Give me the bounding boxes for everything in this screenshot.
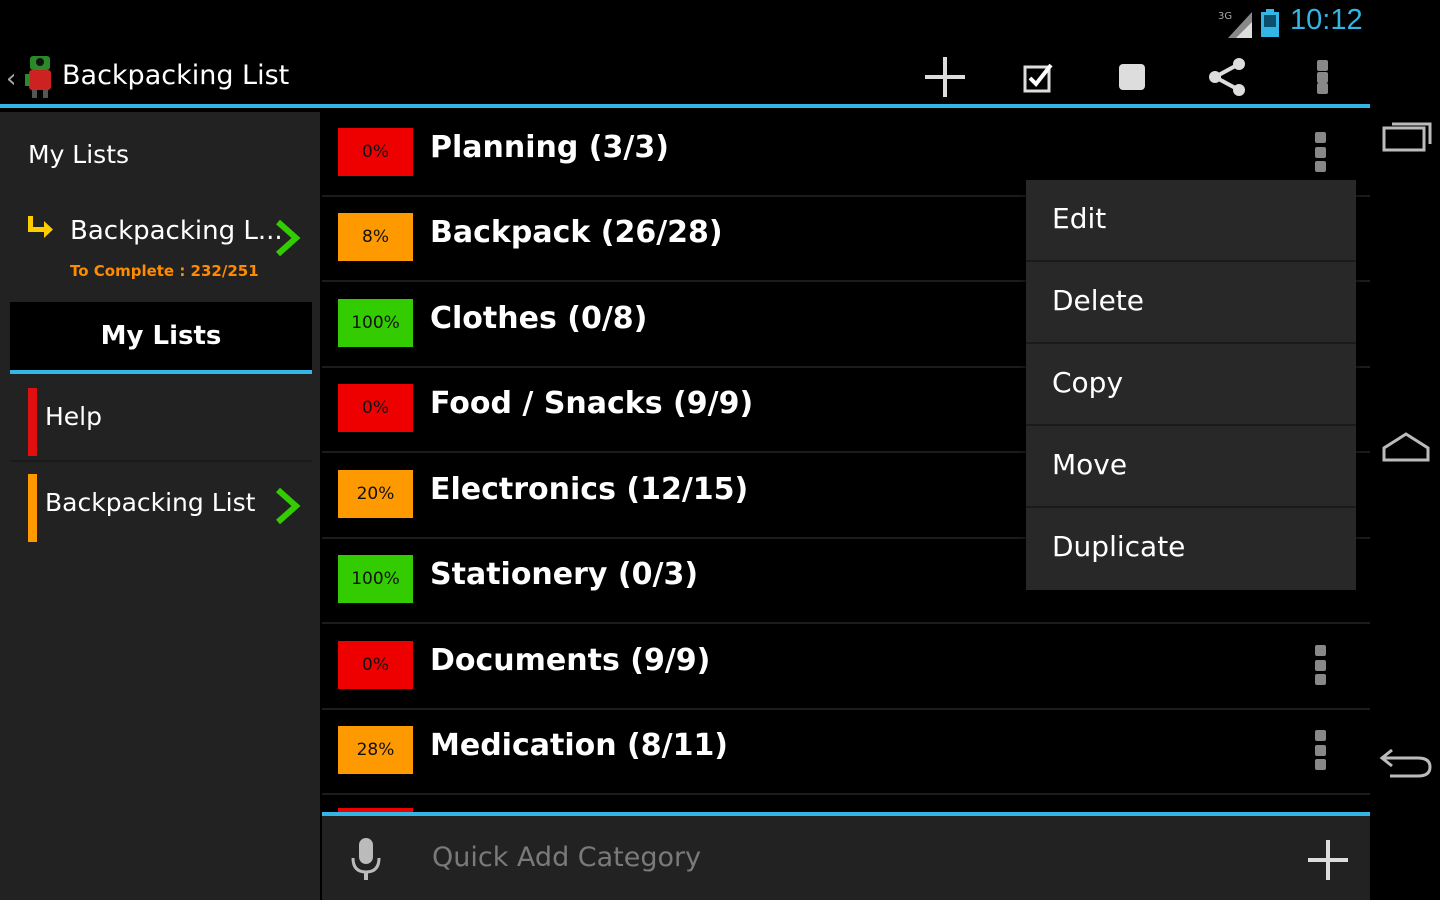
category-name: Medication (8/11)	[430, 728, 729, 763]
current-list-progress: To Complete : 232/251	[70, 262, 259, 280]
category-name: Backpack (26/28)	[430, 215, 723, 250]
back-icon[interactable]	[1378, 740, 1434, 784]
app-title: Backpacking List	[62, 60, 290, 91]
category-name: Food / Snacks (9/9)	[430, 386, 754, 421]
overflow-icon	[1307, 643, 1333, 687]
menu-item-delete[interactable]: Delete	[1026, 262, 1356, 344]
divider	[10, 460, 312, 462]
share-button[interactable]	[1199, 52, 1255, 102]
quick-add-input[interactable]: Quick Add Category	[432, 842, 701, 873]
category-name: Electronics (12/15)	[430, 472, 749, 507]
menu-item-label: Move	[1052, 448, 1128, 481]
check-icon	[1023, 63, 1053, 93]
add-icon	[925, 57, 965, 97]
drawer-item-help[interactable]: Help	[10, 380, 312, 462]
menu-item-label: Copy	[1052, 366, 1124, 399]
menu-item-label: Edit	[1052, 202, 1107, 235]
menu-item-copy[interactable]: Copy	[1026, 344, 1356, 426]
category-name: Clothes (0/8)	[430, 301, 648, 336]
clock: 10:12	[1290, 4, 1363, 36]
recent-apps-icon[interactable]	[1378, 114, 1434, 158]
category-row[interactable]: 0% Documents (9/9)	[322, 625, 1370, 710]
status-bar: 3G 10:12	[0, 0, 1370, 46]
signal-3g-icon: 3G	[1218, 11, 1252, 38]
color-tag	[28, 474, 37, 542]
category-name: Stationery (0/3)	[430, 557, 699, 592]
current-list-label[interactable]: Backpacking L...	[70, 216, 283, 246]
category-row[interactable]: 28% Medication (8/11)	[322, 710, 1370, 795]
svg-text:3G: 3G	[1218, 11, 1232, 22]
home-icon[interactable]	[1378, 426, 1434, 470]
row-menu-button[interactable]	[1307, 643, 1333, 687]
nav-drawer: My Lists Backpacking L... To Complete : …	[0, 112, 320, 900]
battery-icon	[1261, 9, 1279, 37]
menu-item-duplicate[interactable]: Duplicate	[1026, 508, 1356, 590]
overflow-icon	[1316, 58, 1328, 96]
stop-icon	[1119, 64, 1145, 90]
menu-item-move[interactable]: Move	[1026, 426, 1356, 508]
drawer-item-label: Help	[45, 402, 102, 431]
progress-badge: 0%	[338, 641, 413, 689]
row-menu-button[interactable]	[1307, 728, 1333, 772]
overflow-menu-button[interactable]	[1294, 52, 1350, 102]
row-menu-button[interactable]	[1307, 130, 1333, 174]
category-row-partial[interactable]	[322, 796, 1370, 812]
microphone-icon[interactable]	[348, 836, 384, 884]
progress-badge: 28%	[338, 726, 413, 774]
progress-badge: 20%	[338, 470, 413, 518]
overflow-icon	[1307, 728, 1333, 772]
add-button[interactable]	[917, 52, 973, 102]
menu-item-edit[interactable]: Edit	[1026, 180, 1356, 262]
progress-badge: 0%	[338, 384, 413, 432]
menu-item-label: Delete	[1052, 284, 1144, 317]
quick-add-bar: Quick Add Category	[322, 812, 1370, 900]
up-caret-icon[interactable]: ‹	[6, 64, 16, 94]
progress-badge: 8%	[338, 213, 413, 261]
category-name: Documents (9/9)	[430, 643, 711, 678]
category-name: Planning (3/3)	[430, 130, 669, 165]
drawer-item-label: Backpacking List	[45, 488, 256, 517]
sublist-arrow-icon	[28, 216, 53, 238]
uncheck-all-button[interactable]	[1104, 52, 1160, 102]
color-tag	[28, 388, 37, 456]
system-nav-bar	[1370, 0, 1440, 900]
tab-my-lists[interactable]: My Lists	[10, 302, 312, 374]
add-category-icon[interactable]	[1306, 838, 1350, 882]
progress-badge: 100%	[338, 555, 413, 603]
app-logo-icon[interactable]	[24, 52, 56, 100]
chevron-right-icon[interactable]	[272, 218, 302, 258]
menu-item-label: Duplicate	[1052, 530, 1186, 563]
drawer-item-backpacking-list[interactable]: Backpacking List	[10, 466, 312, 548]
progress-badge: 0%	[338, 128, 413, 176]
context-menu: Edit Delete Copy Move Duplicate	[1026, 180, 1356, 590]
chevron-right-icon[interactable]	[272, 486, 302, 526]
progress-badge: 100%	[338, 299, 413, 347]
drawer-header: My Lists	[28, 140, 130, 169]
share-icon	[1209, 58, 1245, 96]
action-bar: ‹ Backpacking List	[0, 46, 1370, 108]
overflow-icon	[1307, 130, 1333, 174]
check-all-button[interactable]	[1011, 52, 1067, 102]
